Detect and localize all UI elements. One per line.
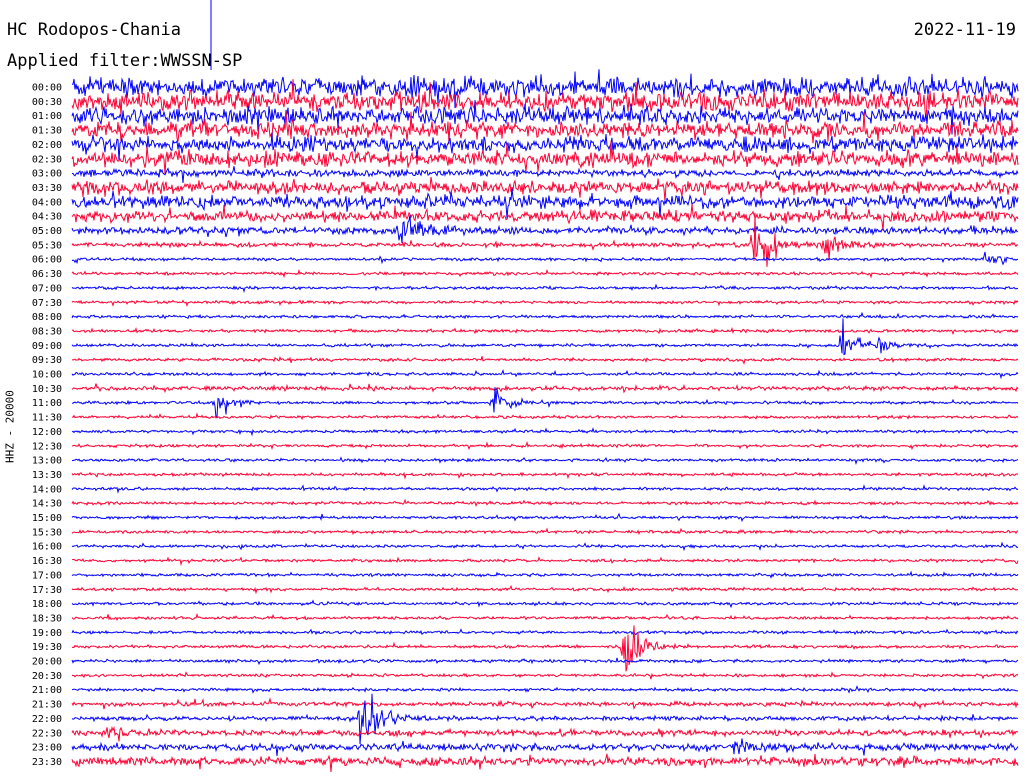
trace-row-1000 bbox=[71, 369, 1019, 380]
time-tick-label: 02:00 bbox=[32, 140, 62, 151]
time-tick-label: 23:00 bbox=[32, 743, 62, 754]
time-tick-label: 01:00 bbox=[32, 111, 62, 122]
time-tick-label: 12:30 bbox=[32, 441, 62, 452]
time-tick-label: 15:30 bbox=[32, 527, 62, 538]
time-tick-label: 10:00 bbox=[32, 370, 62, 381]
trace-row-1100 bbox=[72, 387, 1019, 419]
trace-row-1300 bbox=[71, 456, 1019, 465]
helicorder-plot: 00:00 00:30 01:00 01:30 02:00 02:30 03:00 03:30… bbox=[32, 0, 1019, 773]
filter-label: Applied filter:WWSSN-SP bbox=[7, 51, 243, 71]
trace-row-1700 bbox=[71, 570, 1019, 579]
time-tick-label: 16:30 bbox=[32, 556, 62, 567]
time-tick-label: 08:30 bbox=[32, 326, 62, 337]
time-tick-label: 01:30 bbox=[32, 126, 62, 137]
time-tick-label: 22:00 bbox=[32, 714, 62, 725]
time-tick-label: 05:30 bbox=[32, 240, 62, 251]
trace-row-0700 bbox=[71, 283, 1018, 294]
trace-row-0930 bbox=[71, 355, 1019, 365]
trace-row-1630 bbox=[71, 556, 1019, 567]
trace-row-1430 bbox=[71, 498, 1019, 508]
time-tick-label: 03:00 bbox=[32, 169, 62, 180]
time-tick-label: 10:30 bbox=[32, 384, 62, 395]
time-tick-label: 17:00 bbox=[32, 570, 62, 581]
time-tick-label: 00:00 bbox=[32, 83, 62, 94]
trace-row-1600 bbox=[71, 541, 1019, 552]
trace-row-2030 bbox=[71, 671, 1019, 680]
time-tick-label: 07:00 bbox=[32, 283, 62, 294]
time-tick-label: 13:30 bbox=[32, 470, 62, 481]
trace-row-2130 bbox=[71, 697, 1019, 711]
trace-row-1130 bbox=[71, 412, 1019, 421]
time-tick-label: 23:30 bbox=[32, 757, 62, 768]
time-tick-label: 05:00 bbox=[32, 226, 62, 237]
trace-row-0330 bbox=[71, 176, 1019, 202]
trace-row-1800 bbox=[71, 599, 1019, 609]
trace-row-1730 bbox=[71, 584, 1019, 595]
time-tick-label: 16:00 bbox=[32, 542, 62, 553]
trace-row-0830 bbox=[71, 327, 1019, 336]
trace-row-2230 bbox=[71, 725, 1019, 742]
time-tick-label: 21:30 bbox=[32, 700, 62, 711]
time-tick-label: 07:30 bbox=[32, 298, 62, 309]
trace-row-1500 bbox=[71, 512, 1019, 523]
time-tick-label: 17:30 bbox=[32, 585, 62, 596]
trace-row-1530 bbox=[71, 527, 1019, 536]
trace-row-1400 bbox=[71, 484, 1019, 494]
trace-row-1900 bbox=[71, 628, 1019, 636]
time-tick-label: 22:30 bbox=[32, 728, 62, 739]
trace-row-0730 bbox=[71, 298, 1019, 307]
time-tick-label: 02:30 bbox=[32, 154, 62, 165]
time-tick-label: 20:30 bbox=[32, 671, 62, 682]
time-tick-label: 11:30 bbox=[32, 413, 62, 424]
time-tick-label: 09:30 bbox=[32, 355, 62, 366]
trace-row-2300 bbox=[71, 738, 1019, 756]
time-tick-label: 15:00 bbox=[32, 513, 62, 524]
time-tick-label: 18:00 bbox=[32, 599, 62, 610]
trace-row-0600 bbox=[71, 251, 1019, 266]
time-tick-label: 18:30 bbox=[32, 613, 62, 624]
time-tick-label: 14:30 bbox=[32, 499, 62, 510]
trace-row-1200 bbox=[71, 427, 1019, 437]
time-tick-label: 19:00 bbox=[32, 628, 62, 639]
time-tick-label: 12:00 bbox=[32, 427, 62, 438]
time-tick-label: 13:00 bbox=[32, 456, 62, 467]
time-tick-label: 03:30 bbox=[32, 183, 62, 194]
trace-row-1330 bbox=[71, 471, 1019, 480]
time-tick-label: 11:00 bbox=[32, 398, 62, 409]
time-tick-label: 09:00 bbox=[32, 341, 62, 352]
time-tick-label: 21:00 bbox=[32, 685, 62, 696]
time-tick-label: 19:30 bbox=[32, 642, 62, 653]
trace-row-0300 bbox=[72, 166, 1019, 184]
time-tick-label: 08:00 bbox=[32, 312, 62, 323]
trace-row-2000 bbox=[71, 657, 1019, 666]
trace-row-1030 bbox=[71, 383, 1019, 394]
trace-row-0630 bbox=[71, 268, 1019, 279]
channel-label: HHZ - 20000 bbox=[3, 390, 17, 463]
time-tick-label: 06:00 bbox=[32, 255, 62, 266]
trace-row-0900 bbox=[71, 318, 1019, 356]
trace-row-0800 bbox=[71, 311, 1019, 320]
trace-row-1830 bbox=[71, 612, 1019, 622]
time-tick-label: 04:00 bbox=[32, 197, 62, 208]
trace-row-2100 bbox=[71, 685, 1019, 694]
time-tick-label: 00:30 bbox=[32, 97, 62, 108]
trace-row-2200 bbox=[71, 693, 1019, 744]
trace-row-2330 bbox=[71, 753, 1019, 773]
trace-row-1230 bbox=[71, 440, 1019, 451]
time-tick-label: 04:30 bbox=[32, 212, 62, 223]
time-tick-label: 06:30 bbox=[32, 269, 62, 280]
time-tick-label: 20:00 bbox=[32, 657, 62, 668]
time-tick-label: 14:00 bbox=[32, 484, 62, 495]
